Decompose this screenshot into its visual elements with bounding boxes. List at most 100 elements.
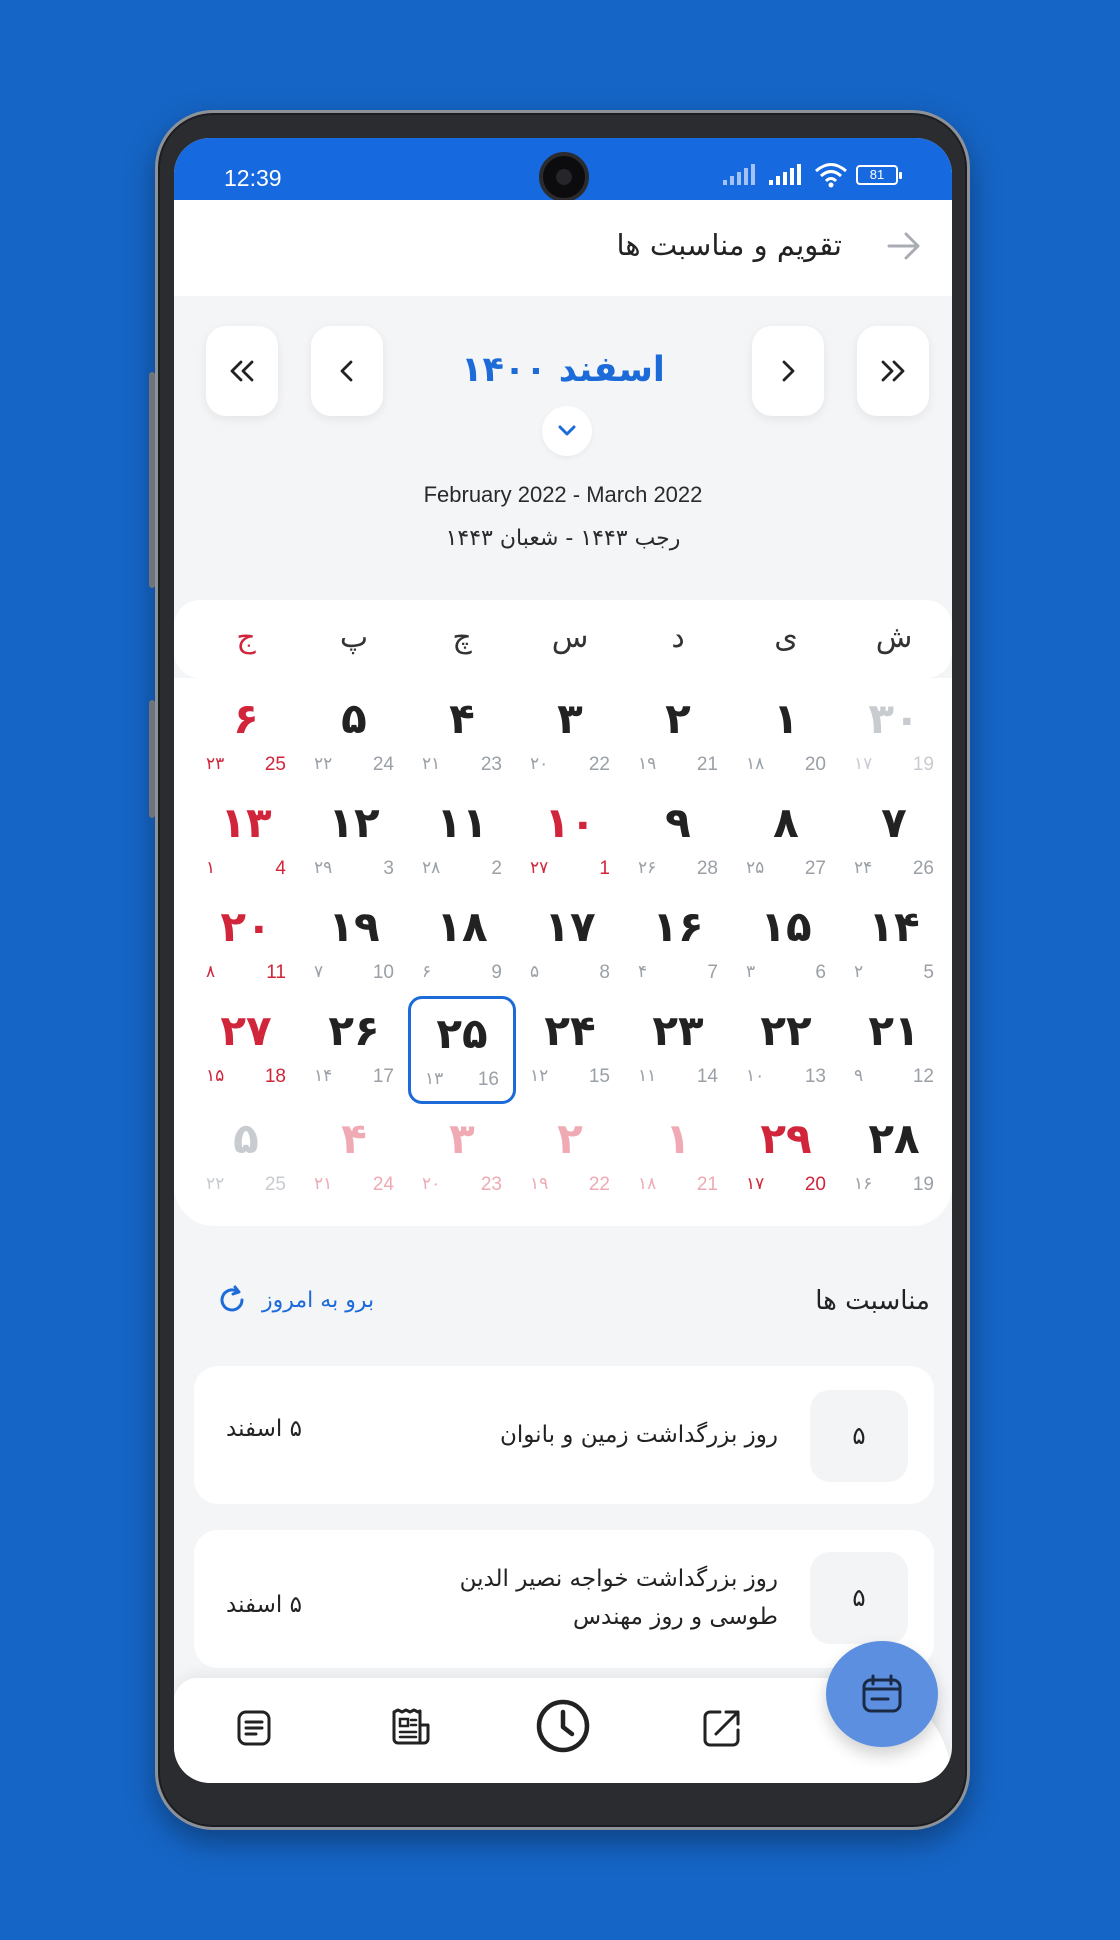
- hijri-date: ۱۰: [746, 1066, 765, 1086]
- status-time: 12:39: [224, 165, 282, 191]
- calendar-day[interactable]: ۱۹ 10 ۷: [300, 892, 408, 1000]
- gregorian-date: 27: [804, 858, 826, 879]
- persian-date: ۲: [557, 1114, 583, 1163]
- gregorian-date: 10: [372, 962, 394, 983]
- month-picker-toggle[interactable]: [542, 406, 592, 456]
- app-header: تقویم و مناسبت ها: [174, 200, 952, 296]
- persian-date: ۲: [665, 694, 691, 743]
- calendar-day[interactable]: ۵ 25 ۲۲: [192, 1104, 300, 1212]
- calendar-day[interactable]: ۱۱ 2 ۲۸: [408, 788, 516, 896]
- calendar-day[interactable]: ۱۶ 7 ۴: [624, 892, 732, 1000]
- calendar-day[interactable]: ۳۰ 19 ۱۷: [840, 684, 948, 792]
- front-camera: [539, 152, 589, 202]
- hijri-date: ۱۵: [206, 1066, 225, 1086]
- gregorian-date: 28: [696, 858, 718, 879]
- gregorian-date: 13: [804, 1066, 826, 1087]
- hijri-date: ۲۰: [422, 1174, 441, 1194]
- gregorian-date: 19: [912, 754, 934, 775]
- hijri-range: رجب ۱۴۴۳ - شعبان ۱۴۴۳: [445, 526, 681, 551]
- calendar-day[interactable]: ۲۴ 15 ۱۲: [516, 996, 624, 1104]
- gregorian-date: 9: [491, 962, 502, 983]
- persian-date: ۱: [665, 1114, 691, 1163]
- calendar-day[interactable]: ۵ 24 ۲۲: [300, 684, 408, 792]
- news-icon: [392, 1708, 430, 1745]
- calendar-day[interactable]: ۱۸ 9 ۶: [408, 892, 516, 1000]
- calendar-day[interactable]: ۷ 26 ۲۴: [840, 788, 948, 896]
- gregorian-date: 24: [372, 1174, 394, 1195]
- double-chevron-left-icon: [230, 360, 254, 382]
- weekday-label: ش: [875, 620, 913, 655]
- persian-date: ۲۶: [328, 1006, 380, 1055]
- tab-news[interactable]: [382, 1698, 442, 1758]
- chevron-down-icon: [558, 425, 576, 436]
- tab-share[interactable]: [692, 1698, 752, 1758]
- persian-date: ۲۲: [760, 1006, 812, 1055]
- calendar-day[interactable]: ۱۲ 3 ۲۹: [300, 788, 408, 896]
- persian-date: ۸: [773, 798, 799, 847]
- hijri-date: ۲۷: [530, 858, 549, 878]
- calendar-day[interactable]: ۲ 21 ۱۹: [624, 684, 732, 792]
- persian-date: ۱۱: [436, 798, 488, 847]
- gregorian-date: 25: [264, 754, 286, 775]
- persian-date: ۵: [341, 694, 367, 743]
- hijri-date: ۴: [638, 962, 648, 982]
- calendar-day[interactable]: ۲۲ 13 ۱۰: [732, 996, 840, 1104]
- calendar-day[interactable]: ۴ 24 ۲۱: [300, 1104, 408, 1212]
- persian-date: ۱۴: [868, 902, 920, 951]
- calendar-day[interactable]: ۴ 23 ۲۱: [408, 684, 516, 792]
- calendar-day[interactable]: ۱۰ 1 ۲۷: [516, 788, 624, 896]
- prev-year-button[interactable]: [206, 326, 278, 416]
- calendar-day[interactable]: ۹ 28 ۲۶: [624, 788, 732, 896]
- persian-date: ۴: [449, 694, 475, 743]
- persian-date: ۲۱: [868, 1006, 920, 1055]
- side-button: [149, 372, 155, 588]
- tab-notes[interactable]: [224, 1698, 284, 1758]
- calendar-day[interactable]: ۱۵ 6 ۳: [732, 892, 840, 1000]
- chevron-left-icon: [340, 360, 353, 382]
- calendar-day[interactable]: ۲ 22 ۱۹: [516, 1104, 624, 1212]
- status-bar: 12:39 81: [174, 138, 952, 202]
- next-year-button[interactable]: [857, 326, 929, 416]
- persian-date: ۱۸: [436, 902, 488, 951]
- wifi-icon: [815, 163, 847, 188]
- calendar-grid: ۳۰ 19 ۱۷ ۱ 20 ۱۸ ۲ 21 ۱۹ ۳ 22 ۲۰ ۴ 23 ۲۱ ۵ 24 ۲۲ ۶ 25 ۲۳ ۷ 26 ۲…: [174, 678, 952, 1226]
- hijri-date: ۳: [746, 962, 756, 982]
- month-title[interactable]: اسفند ۱۴۰۰: [404, 350, 722, 390]
- calendar-day[interactable]: ۱ 20 ۱۸: [732, 684, 840, 792]
- hijri-date: ۲۱: [422, 754, 441, 774]
- occasion-day-badge: ۵: [810, 1552, 908, 1644]
- calendar-day[interactable]: ۲۳ 14 ۱۱: [624, 996, 732, 1104]
- prev-month-button[interactable]: [311, 326, 383, 416]
- hijri-date: ۱۹: [638, 754, 657, 774]
- calendar-day[interactable]: ۸ 27 ۲۵: [732, 788, 840, 896]
- occasion-card[interactable]: ۵ روز بزرگداشت خواجه نصیر الدین طوسی و ر…: [194, 1530, 934, 1668]
- calendar-day[interactable]: ۶ 25 ۲۳: [192, 684, 300, 792]
- persian-date: ۱۲: [328, 798, 380, 847]
- calendar-day[interactable]: ۲۱ 12 ۹: [840, 996, 948, 1104]
- calendar-day[interactable]: ۲۹ 20 ۱۷: [732, 1104, 840, 1212]
- gregorian-date: 19: [912, 1174, 934, 1195]
- calendar-day[interactable]: ۲۰ 11 ۸: [192, 892, 300, 1000]
- hijri-date: ۱۷: [746, 1174, 765, 1194]
- calendar-day[interactable]: ۱۴ 5 ۲: [840, 892, 948, 1000]
- calendar-fab-button[interactable]: [826, 1641, 938, 1747]
- occasion-card[interactable]: ۵ روز بزرگداشت زمین و بانوان ۵ اسفند: [194, 1366, 934, 1504]
- calendar-day[interactable]: ۲۷ 18 ۱۵: [192, 996, 300, 1104]
- calendar-day[interactable]: ۳ 22 ۲۰: [516, 684, 624, 792]
- hijri-date: ۲۲: [314, 754, 333, 774]
- go-today-button[interactable]: برو به امروز: [216, 1280, 374, 1320]
- calendar-day[interactable]: ۳ 23 ۲۰: [408, 1104, 516, 1212]
- calendar-day[interactable]: ۲۸ 19 ۱۶: [840, 1104, 948, 1212]
- calendar-day[interactable]: ۲۶ 17 ۱۴: [300, 996, 408, 1104]
- arrow-right-icon[interactable]: [884, 226, 924, 266]
- next-month-button[interactable]: [752, 326, 824, 416]
- persian-date: ۳۰: [868, 694, 920, 743]
- page-title: تقویم و مناسبت ها: [616, 228, 842, 262]
- calendar-day[interactable]: ۱۷ 8 ۵: [516, 892, 624, 1000]
- calendar-day-today[interactable]: ۲۵ 16 ۱۳: [408, 996, 516, 1104]
- hijri-date: ۲۵: [746, 858, 765, 878]
- calendar-day[interactable]: ۱۳ 4 ۱: [192, 788, 300, 896]
- calendar-day[interactable]: ۱ 21 ۱۸: [624, 1104, 732, 1212]
- tab-clock[interactable]: [531, 1694, 595, 1758]
- persian-date: ۲۳: [652, 1006, 704, 1055]
